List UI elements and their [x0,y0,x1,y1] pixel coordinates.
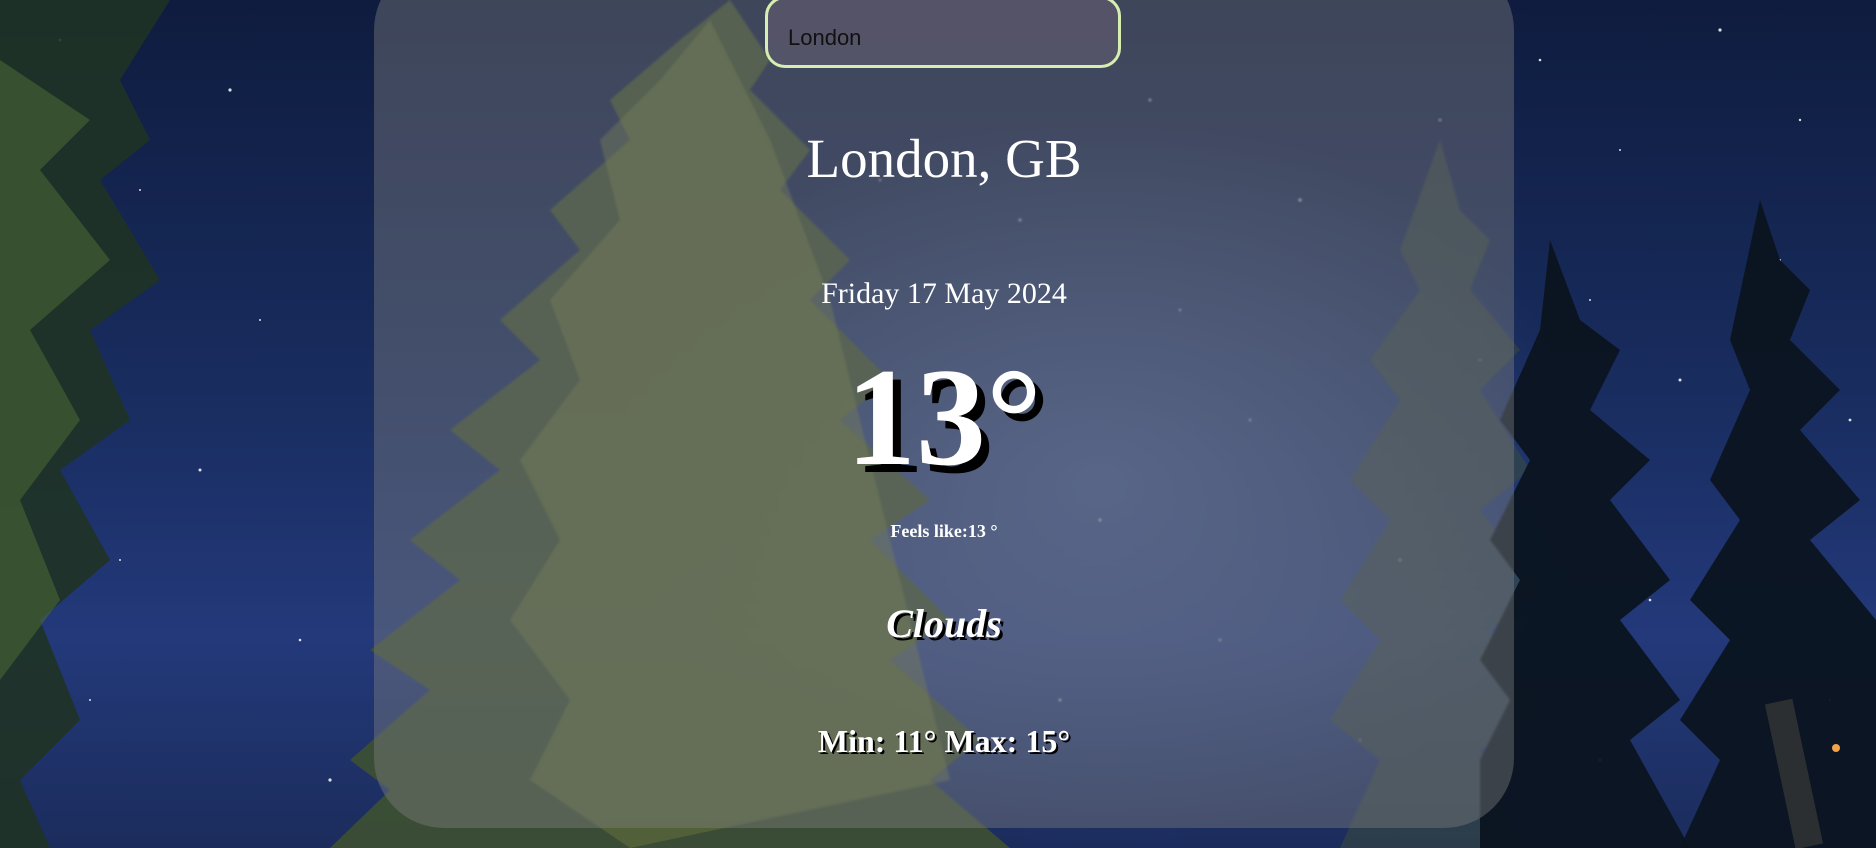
min-max-temperature: Min: 11° Max: 15° [817,723,1071,759]
city-search-input[interactable] [765,0,1121,68]
weather-condition: Clouds [886,601,1002,646]
location-title: London, GB [806,128,1082,189]
far-right-trees-decoration [1480,200,1876,848]
feels-like-temperature: Feels like:13 ° [890,521,998,541]
left-tree-decoration [0,0,170,848]
current-temperature: 13° [846,340,1042,495]
current-date: Friday 17 May 2024 [821,277,1067,310]
